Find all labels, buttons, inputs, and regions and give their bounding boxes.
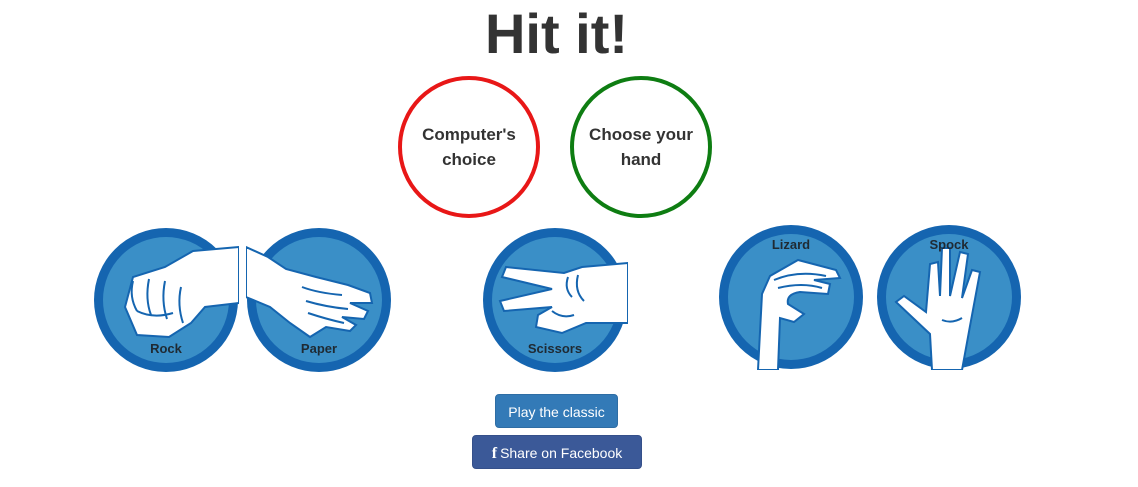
hand-label-rock: Rock — [150, 341, 182, 356]
computer-choice-label: Computer's choice — [422, 125, 516, 169]
facebook-icon: f — [491, 445, 498, 462]
hand-option-lizard[interactable]: Lizard — [718, 224, 864, 370]
player-choice-label: Choose your hand — [589, 125, 693, 169]
share-facebook-button[interactable]: f Share on Facebook — [472, 435, 642, 469]
hand-option-spock[interactable]: Spock — [876, 224, 1022, 370]
player-choice-circle[interactable]: Choose your hand — [570, 76, 712, 218]
hand-label-lizard: Lizard — [771, 237, 811, 252]
hand-label-paper: Paper — [300, 341, 338, 356]
hand-label-spock: Spock — [929, 237, 969, 252]
play-classic-button[interactable]: Play the classic — [495, 394, 618, 428]
hand-option-scissors[interactable]: Scissors — [482, 227, 628, 373]
computer-choice-circle: Computer's choice — [398, 76, 540, 218]
hand-option-paper[interactable]: Paper — [246, 227, 392, 373]
page-title: Hit it! — [484, 2, 629, 65]
game-page: Hit it! Computer's choice Choose your ha… — [0, 0, 1138, 487]
hand-label-scissors: Scissors — [527, 341, 583, 356]
share-facebook-label: Share on Facebook — [500, 445, 623, 461]
hand-option-rock[interactable]: Rock — [93, 227, 239, 373]
